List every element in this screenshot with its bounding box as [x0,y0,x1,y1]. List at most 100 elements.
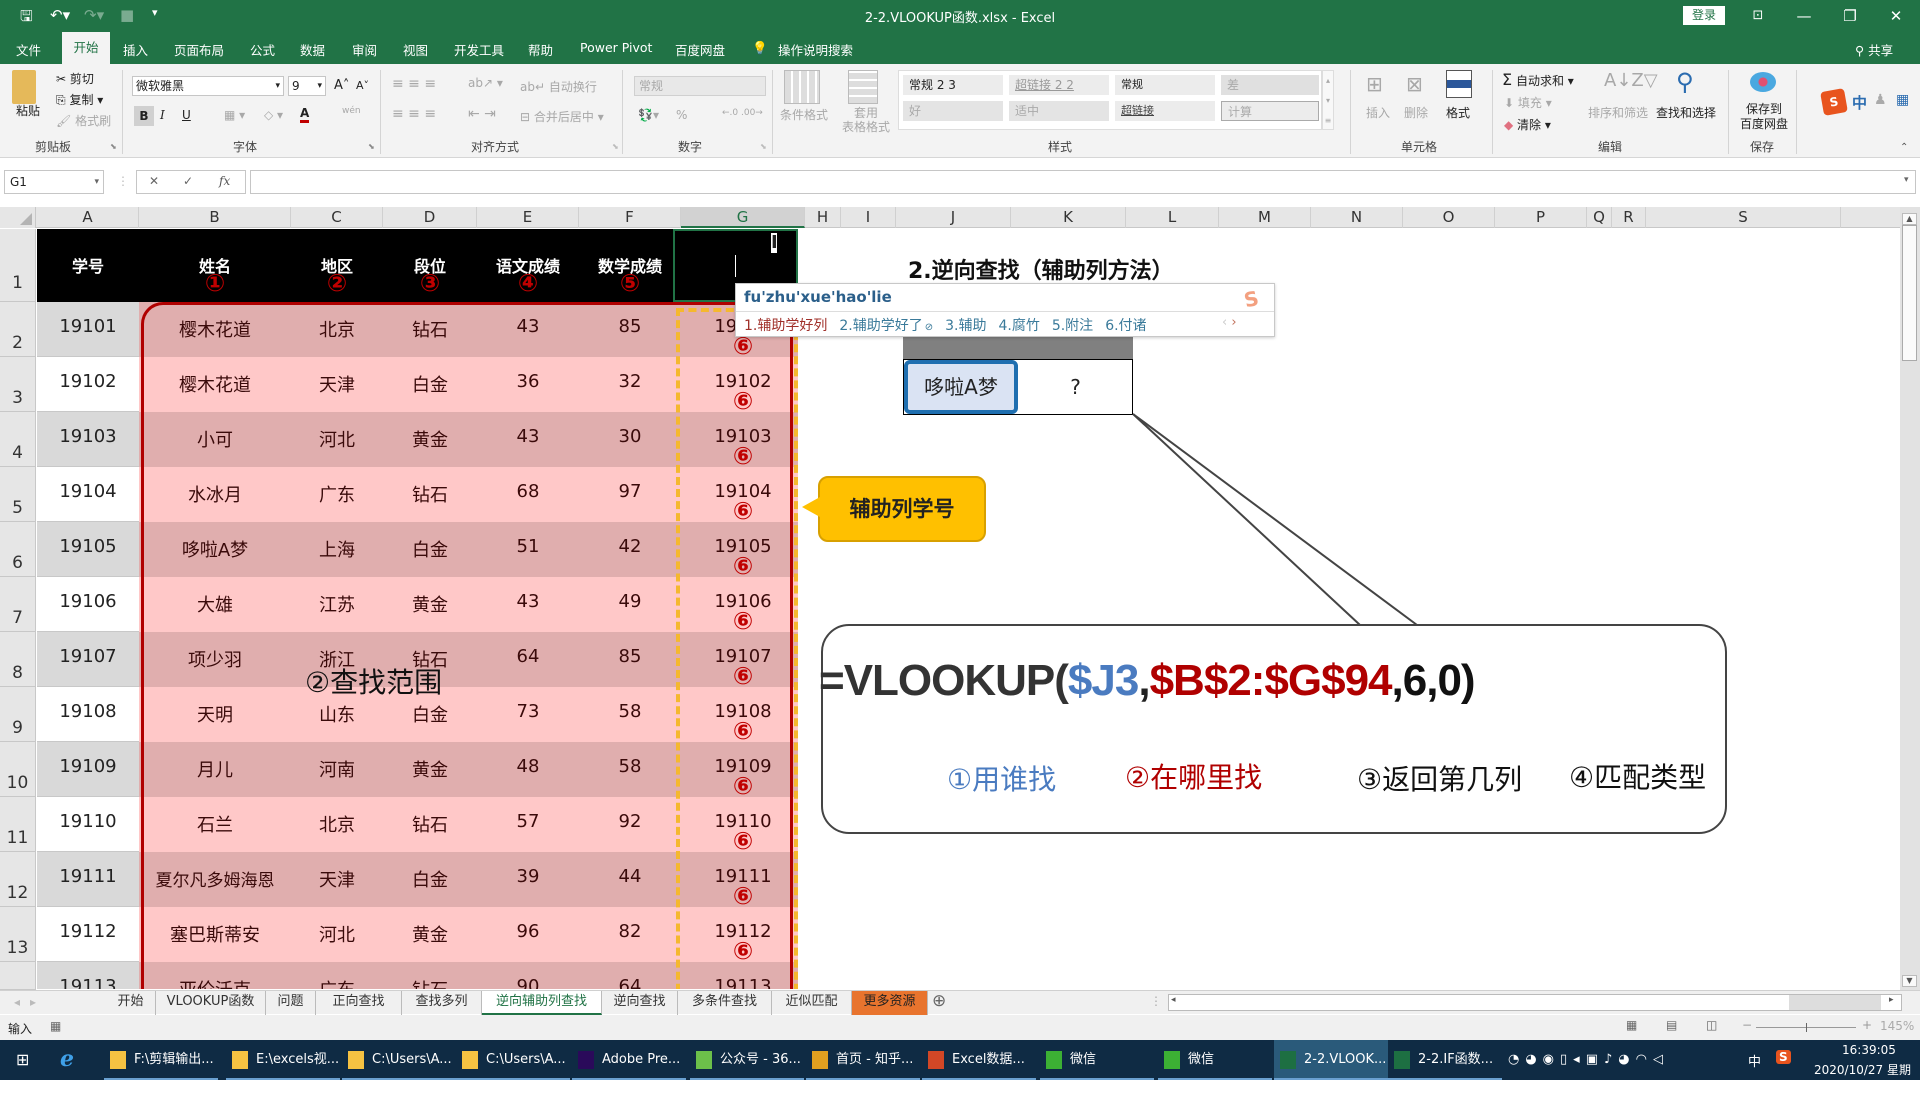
decimal-icon[interactable]: ←.0 .00→ [722,108,763,118]
copy-button[interactable]: ⎘ 复制 ▾ [56,91,103,108]
column-header-s[interactable]: S [1646,207,1841,228]
merge-center-button[interactable]: ⊟ 合并后居中 ▾ [520,108,604,125]
align-top-icon[interactable]: ≡ ≡ ≡ [392,76,436,92]
restore-button[interactable]: ❐ [1830,4,1870,28]
cell-a[interactable]: 19104 [37,481,139,502]
conditional-formatting-icon[interactable] [784,70,820,104]
cell-f[interactable]: 85 [579,646,681,667]
percent-button[interactable]: % [676,108,687,122]
taskbar-app[interactable]: Adobe Pre... [572,1040,686,1080]
row-header-9[interactable]: 9 [0,687,36,742]
align-left-icon[interactable]: ≡ ≡ ≡ [392,106,436,122]
cell-c[interactable]: 上海 [291,536,383,562]
chevron-right-icon[interactable]: › [1231,315,1236,330]
style-calculation[interactable]: 计算 [1221,101,1319,121]
menu-view[interactable]: 视图 [403,40,428,59]
vertical-scrollbar[interactable]: ▲ ▼ [1900,207,1920,990]
tray-sogou-icon[interactable]: S [1776,1050,1791,1064]
cell-b[interactable]: 水冰月 [139,481,291,507]
column-header-o[interactable]: O [1403,207,1495,228]
row-header-1[interactable]: 1 [0,229,36,302]
select-all-corner[interactable] [0,207,36,228]
column-header-a[interactable]: A [37,207,139,228]
column-header-h[interactable]: H [805,207,841,228]
cell-c[interactable]: 广东 [291,481,383,507]
insert-cells-icon[interactable]: ⊞ [1366,72,1383,96]
lookup-value-cell[interactable]: 哆啦A梦 [904,360,1018,414]
row-header-partial[interactable] [0,962,36,990]
system-tray-icons[interactable]: ◔◕◉▯◂▣♪◕◠◁ [1508,1052,1669,1067]
prev-sheet-icon[interactable]: ◂ [14,995,20,1009]
name-box[interactable]: G1 ▾ [4,170,104,194]
column-header-e[interactable]: E [477,207,579,228]
horizontal-scroll-track[interactable] [1789,995,1881,1010]
ime-candidate[interactable]: 5.附注 [1052,318,1093,334]
format-cells-button[interactable]: 格式 [1446,104,1470,121]
cell-d[interactable]: 钻石 [383,481,477,507]
cell-d[interactable]: 黄金 [383,426,477,452]
sheet-tab[interactable]: 问题 [266,991,316,1015]
style-normal[interactable]: 常规 [1115,75,1215,95]
column-header-p[interactable]: P [1495,207,1587,228]
cell-f[interactable]: 58 [579,756,681,777]
cell-a[interactable]: 19110 [37,811,139,832]
column-header-j[interactable]: J [896,207,1011,228]
taskbar-app[interactable]: 2-2.IF函数... [1388,1040,1502,1080]
page-layout-view-icon[interactable]: ▤ [1666,1018,1677,1032]
zoom-slider-thumb[interactable] [1806,1023,1807,1032]
macro-record-icon[interactable]: ▦ [50,1019,61,1033]
row-header-6[interactable]: 6 [0,522,36,577]
row-header-13[interactable]: 13 [0,907,36,962]
row-header-11[interactable]: 11 [0,797,36,852]
ime-user-icon[interactable]: ♟ [1874,92,1887,108]
cell-e[interactable]: 43 [477,591,579,612]
scroll-down-icon[interactable]: ▼ [1902,975,1917,987]
row-header-8[interactable]: 8 [0,632,36,687]
column-header-n[interactable]: N [1311,207,1403,228]
cell-b[interactable]: 月儿 [139,756,291,782]
format-painter-button[interactable]: 🖌 格式刷 [56,112,111,129]
cell-b[interactable]: 石兰 [139,811,291,837]
cell-c[interactable]: 北京 [291,316,383,342]
wrap-text-button[interactable]: ab↵ 自动换行 [520,78,597,95]
menu-data[interactable]: 数据 [300,40,325,59]
cell-d[interactable]: 白金 [383,536,477,562]
cell-c[interactable]: 江苏 [291,591,383,617]
cell-d[interactable]: 钻石 [383,976,477,989]
taskbar-app[interactable]: C:\Users\A... [456,1040,570,1080]
dialog-launcher-icon[interactable]: ⬊ [110,142,117,151]
cell-e[interactable]: 90 [477,976,579,989]
taskbar-app[interactable]: E:\excels视... [226,1040,340,1080]
cell-d[interactable]: 白金 [383,701,477,727]
cell-c[interactable]: 河南 [291,756,383,782]
cell-f[interactable]: 58 [579,701,681,722]
menu-baidu-netdisk[interactable]: 百度网盘 [675,40,725,59]
font-color-icon[interactable]: A [300,106,310,123]
format-as-table-button[interactable]: 套用 表格格式 [842,106,890,134]
zoom-in-icon[interactable]: + [1862,1018,1872,1032]
cell-e[interactable]: 73 [477,701,579,722]
conditional-formatting-button[interactable]: 条件格式 [780,106,828,123]
cell-a[interactable]: 19111 [37,866,139,887]
column-header-l[interactable]: L [1126,207,1219,228]
ime-grid-icon[interactable]: ▦ [1896,92,1909,108]
style-good[interactable]: 好 [903,101,1003,121]
cell-b[interactable]: 项少羽 [139,646,291,672]
menu-power-pivot[interactable]: Power Pivot [580,40,652,55]
cell-a[interactable]: 19107 [37,646,139,667]
cell-b[interactable]: 大雄 [139,591,291,617]
cell-f[interactable]: 30 [579,426,681,447]
cell-f[interactable]: 92 [579,811,681,832]
style-normal-2-3[interactable]: 常规 2 3 [903,75,1003,95]
cell-a[interactable]: 19112 [37,921,139,942]
bold-button[interactable]: B [134,106,154,126]
ime-candidate[interactable]: 4.腐竹 [998,318,1039,334]
cell-d[interactable]: 钻石 [383,811,477,837]
cell-g[interactable]: 19113 [681,976,805,989]
cell-d[interactable]: 黄金 [383,756,477,782]
borders-icon[interactable]: ▦ ▾ [224,108,245,122]
menu-help[interactable]: 帮助 [528,40,553,59]
cell-c[interactable]: 北京 [291,811,383,837]
dialog-launcher-icon[interactable]: ⬊ [368,142,375,151]
cell-d[interactable]: 黄金 [383,921,477,947]
